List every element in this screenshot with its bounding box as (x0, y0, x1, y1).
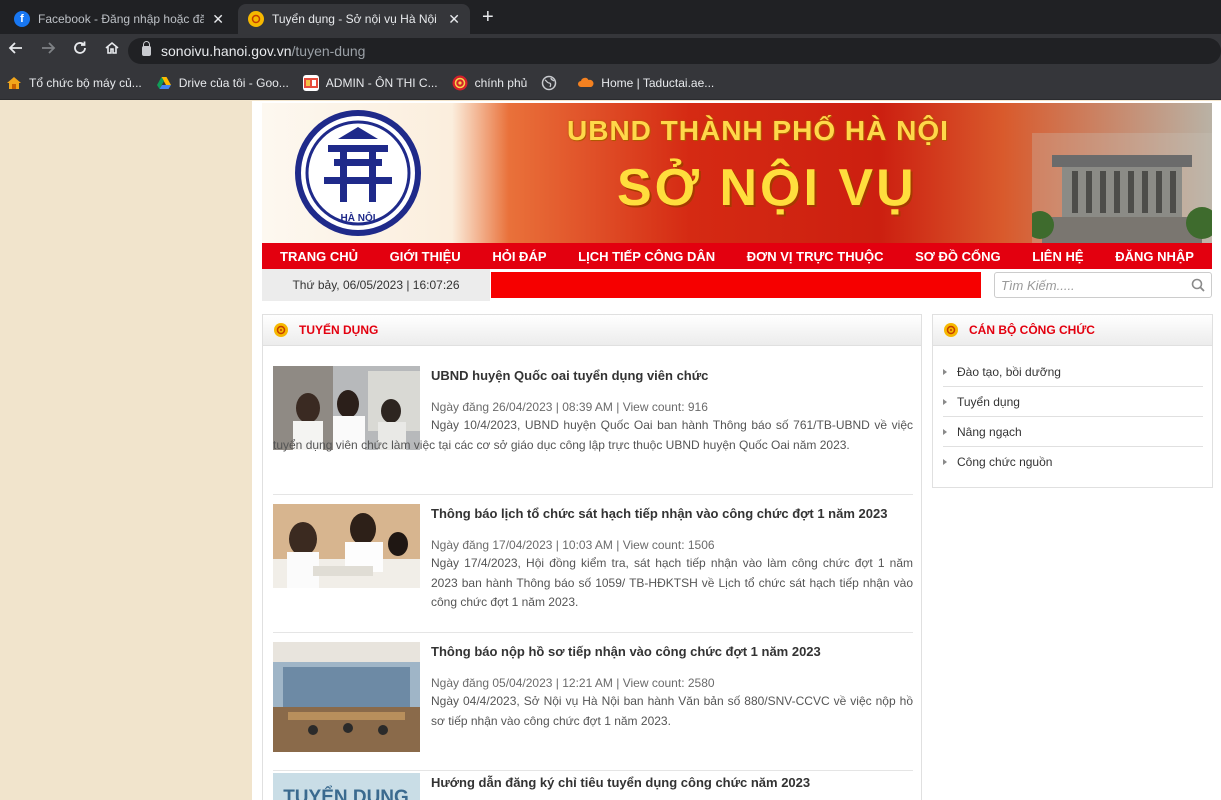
sidebar-title: CÁN BỘ CÔNG CHỨC (969, 323, 1095, 337)
news-meta: Ngày đăng 17/04/2023 | 10:03 AM | View c… (431, 538, 715, 552)
sidebar-item-promotion[interactable]: Nâng ngạch (943, 417, 1203, 447)
news-description: Ngày 04/4/2023, Sở Nội vụ Hà Nội ban hàn… (431, 694, 913, 728)
section-icon (944, 323, 958, 337)
facebook-icon: f (14, 11, 30, 27)
menu-item-sitemap[interactable]: SƠ ĐỒ CỔNG (915, 249, 1000, 264)
bookmark-item[interactable]: chính phủ (452, 75, 528, 91)
tab-title: Facebook - Đăng nhập hoặc đăng ký (38, 12, 205, 26)
main-menu: TRANG CHỦ GIỚI THIỆU HỎI ĐÁP LỊCH TIẾP C… (262, 243, 1212, 269)
news-title[interactable]: Hướng dẫn đăng ký chỉ tiêu tuyển dụng cô… (431, 775, 810, 790)
tab-title: Tuyển dụng - Sở nội vụ Hà Nội (272, 12, 437, 26)
close-icon[interactable]: ✕ (448, 11, 460, 28)
bookmark-item[interactable]: Tổ chức bộ máy củ... (6, 75, 142, 91)
bookmark-label: chính phủ (474, 76, 528, 90)
search-box (994, 272, 1212, 298)
home-icon[interactable] (96, 40, 128, 61)
url-path: /tuyen-dung (291, 43, 366, 59)
search-input[interactable] (995, 273, 1175, 297)
sidebar-item-label: Tuyển dụng (957, 394, 1020, 409)
reload-icon[interactable] (64, 40, 96, 61)
chevron-right-icon (943, 459, 947, 465)
url-host: sonoivu.hanoi.gov.vn (161, 43, 292, 59)
news-description: Ngày 17/4/2023, Hội đồng kiểm tra, sát h… (431, 556, 913, 609)
sidebar-item-source-officials[interactable]: Công chức nguồn (943, 447, 1203, 477)
hanoi-emblem: HÀ NỘI (295, 110, 421, 236)
news-thumbnail[interactable] (273, 642, 420, 752)
news-item[interactable]: Thông báo nộp hồ sơ tiếp nhận vào công c… (273, 642, 913, 771)
chevron-right-icon (943, 398, 947, 405)
browser-toolbar: sonoivu.hanoi.gov.vn/tuyen-dung (0, 34, 1221, 67)
menu-item-about[interactable]: GIỚI THIỆU (390, 249, 461, 264)
cloud-icon (578, 75, 594, 91)
admin-icon (302, 75, 319, 91)
sidebar-cadres: CÁN BỘ CÔNG CHỨC Đào tạo, bồi dưỡng Tuyể… (932, 314, 1213, 488)
news-title[interactable]: Thông báo lịch tổ chức sát hạch tiếp nhậ… (431, 506, 887, 521)
bookmarks-bar: Tổ chức bộ máy củ... Drive của tôi - Goo… (0, 67, 1221, 100)
browser-tab-strip: f Facebook - Đăng nhập hoặc đăng ký ✕ Tu… (0, 0, 1221, 34)
bookmark-label: Drive của tôi - Goo... (178, 76, 289, 90)
current-date: Thứ bảy, 06/05/2023 | 16:07:26 (262, 269, 490, 301)
recruitment-section: TUYỂN DỤNG UBND huyện Quốc oai tuyển dụn… (262, 314, 922, 800)
globe-icon (541, 75, 557, 91)
date-bar: Thứ bảy, 06/05/2023 | 16:07:26 (262, 269, 1212, 301)
news-ticker (491, 272, 981, 298)
news-description: Ngày 10/4/2023, UBND huyện Quốc Oai ban … (273, 418, 913, 452)
section-icon (274, 323, 288, 337)
news-title[interactable]: UBND huyện Quốc oai tuyển dụng viên chức (431, 368, 708, 383)
tab-facebook[interactable]: f Facebook - Đăng nhập hoặc đăng ký ✕ (4, 4, 234, 34)
search-icon[interactable] (1191, 278, 1205, 292)
sidebar-header: CÁN BỘ CÔNG CHỨC (933, 315, 1212, 346)
menu-item-citizen-schedule[interactable]: LỊCH TIẾP CÔNG DÂN (578, 249, 715, 264)
thumbnail-text: TUYỂN DỤNG (283, 786, 409, 800)
lock-icon (142, 41, 151, 56)
menu-item-contact[interactable]: LIÊN HỆ (1032, 249, 1083, 264)
bookmark-label: Home | Taductai.ae... (601, 76, 715, 90)
forward-icon[interactable] (32, 40, 64, 61)
web-page: HÀ NỘI UBND THÀNH PHỐ HÀ NỘI SỞ NỘI VỤ T… (252, 101, 1221, 800)
bookmark-item[interactable] (541, 75, 564, 91)
section-header: TUYỂN DỤNG (263, 315, 921, 346)
chevron-right-icon (943, 368, 947, 375)
news-item[interactable]: Thông báo lịch tổ chức sát hạch tiếp nhậ… (273, 504, 913, 633)
menu-item-login[interactable]: ĐĂNG NHẬP (1115, 249, 1194, 264)
news-thumbnail[interactable] (273, 504, 420, 588)
sidebar-item-label: Công chức nguồn (957, 455, 1053, 469)
site-favicon (248, 11, 264, 27)
menu-item-qa[interactable]: HỎI ĐÁP (492, 249, 546, 264)
sidebar-item-label: Đào tạo, bồi dưỡng (957, 364, 1061, 379)
banner-title-line2: SỞ NỘI VỤ (617, 159, 917, 217)
news-item[interactable]: TUYỂN DỤNG Hướng dẫn đăng ký chỉ tiêu tu… (273, 773, 913, 800)
banner-title-line1: UBND THÀNH PHỐ HÀ NỘI (567, 115, 949, 146)
folder-icon (6, 75, 22, 91)
sidebar-item-label: Nâng ngạch (957, 424, 1022, 439)
bookmark-item[interactable]: Drive của tôi - Goo... (156, 75, 289, 91)
sidebar-item-recruitment[interactable]: Tuyển dụng (943, 387, 1203, 417)
news-meta: Ngày đăng 26/04/2023 | 08:39 AM | View c… (431, 400, 708, 414)
address-bar[interactable]: sonoivu.hanoi.gov.vn/tuyen-dung (128, 38, 1221, 64)
bookmark-label: Tổ chức bộ máy củ... (29, 76, 142, 90)
close-icon[interactable]: ✕ (212, 11, 224, 28)
section-title: TUYỂN DỤNG (299, 323, 379, 337)
menu-item-units[interactable]: ĐƠN VỊ TRỰC THUỘC (747, 249, 884, 264)
news-item[interactable]: UBND huyện Quốc oai tuyển dụng viên chức… (273, 366, 913, 495)
news-meta: Ngày đăng 05/04/2023 | 12:21 AM | View c… (431, 676, 715, 690)
news-thumbnail[interactable]: TUYỂN DỤNG (273, 773, 420, 800)
bookmark-item[interactable]: Home | Taductai.ae... (578, 75, 714, 91)
mausoleum-image (1032, 133, 1212, 243)
drive-icon (156, 75, 172, 91)
new-tab-button[interactable]: + (482, 5, 494, 29)
news-title[interactable]: Thông báo nộp hồ sơ tiếp nhận vào công c… (431, 644, 821, 659)
site-banner: HÀ NỘI UBND THÀNH PHỐ HÀ NỘI SỞ NỘI VỤ (262, 103, 1212, 243)
bookmark-label: ADMIN - ÔN THI C... (325, 76, 438, 90)
menu-item-home[interactable]: TRANG CHỦ (280, 249, 358, 264)
chevron-right-icon (943, 428, 947, 435)
back-icon[interactable] (0, 40, 32, 61)
bookmark-item[interactable]: ADMIN - ÔN THI C... (302, 75, 438, 91)
emblem-text: HÀ NỘI (341, 211, 376, 224)
sidebar-item-training[interactable]: Đào tạo, bồi dưỡng (943, 357, 1203, 387)
tab-tuyen-dung[interactable]: Tuyển dụng - Sở nội vụ Hà Nội ✕ (238, 4, 470, 34)
gov-icon (452, 75, 468, 91)
